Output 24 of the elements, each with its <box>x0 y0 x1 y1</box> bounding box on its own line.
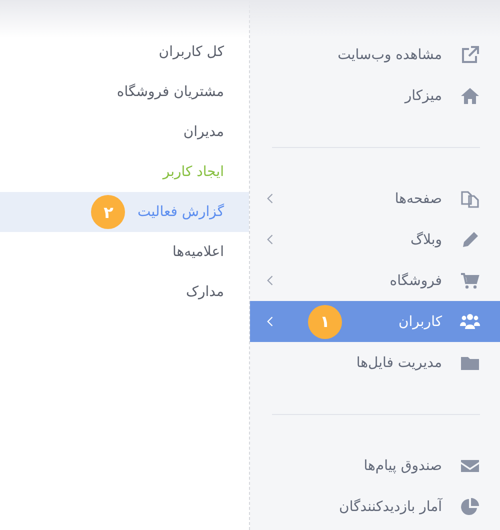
submenu-item[interactable]: کل کاربران <box>0 32 249 72</box>
home-icon <box>460 86 480 106</box>
menu-item[interactable]: فروشگاه <box>250 260 500 301</box>
menu-item[interactable]: مدیریت فایل‌ها <box>250 342 500 383</box>
pencil-icon <box>460 230 480 250</box>
menu-item[interactable]: میزکار <box>250 75 500 116</box>
pages-icon <box>460 188 480 208</box>
menu-item[interactable]: کاربران ۱ <box>250 301 500 342</box>
submenu-item[interactable]: مدیران <box>0 112 249 152</box>
submenu-item[interactable]: مدارک <box>0 272 249 312</box>
menu-item[interactable]: صفحه‌ها <box>250 178 500 219</box>
cart-icon <box>460 270 480 290</box>
number-badge: ۱ <box>308 304 342 338</box>
number-badge: ۲ <box>91 195 126 229</box>
pie-chart-icon <box>460 496 480 516</box>
external-link-icon <box>460 44 480 64</box>
menu-item[interactable]: وبلاگ <box>250 219 500 260</box>
submenu-item[interactable]: گزارش فعالیت ۲ <box>0 192 249 232</box>
submenu-item[interactable]: مشتریان فروشگاه <box>0 72 249 112</box>
menu-item[interactable]: صندوق پیام‌ها <box>250 445 500 486</box>
menu-item[interactable]: آمار بازدیدکنندگان <box>250 486 500 527</box>
menu-item[interactable]: مشاهده وب‌سایت <box>250 34 500 75</box>
submenu-item[interactable]: اعلامیه‌ها <box>0 232 249 272</box>
users-icon <box>460 312 480 332</box>
